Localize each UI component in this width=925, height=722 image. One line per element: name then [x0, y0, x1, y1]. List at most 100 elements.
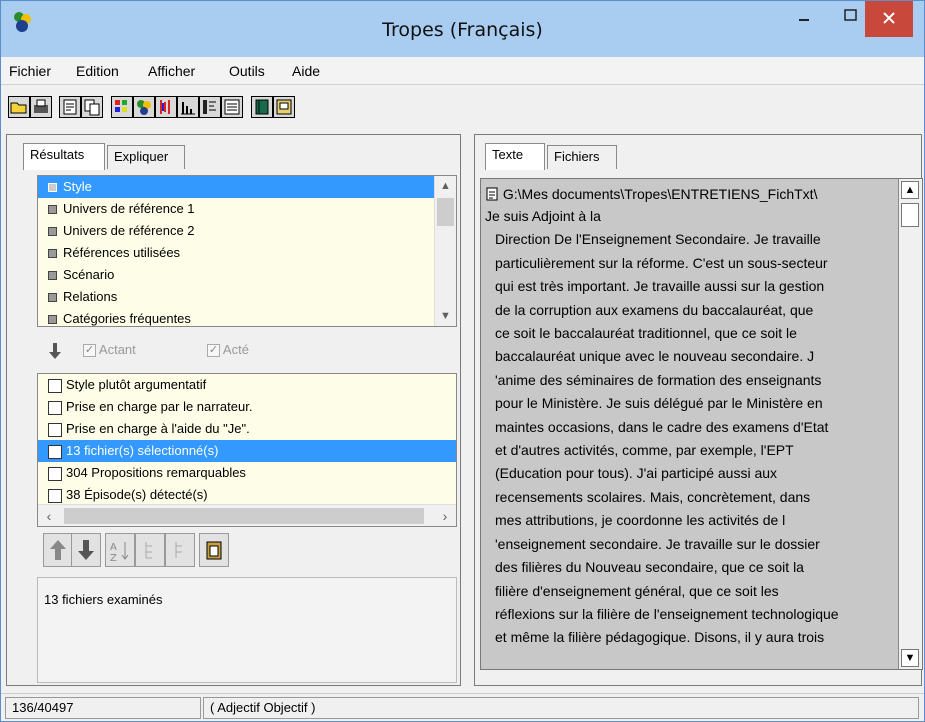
text-line: pour le Ministère. Je suis délégué par l…	[495, 395, 823, 412]
tab-texte[interactable]: Texte	[485, 143, 545, 170]
close-button[interactable]	[865, 1, 913, 37]
results-hscrollbar[interactable]: ‹ ›	[38, 504, 456, 526]
tree-icon[interactable]	[199, 96, 221, 118]
text-line: qui est très important. Je travaille aus…	[495, 278, 825, 295]
tab-expliquer[interactable]: Expliquer	[107, 145, 185, 169]
text-line: mes attributions, je coordonne les activ…	[495, 512, 786, 529]
text-line: 'enseignement secondaire. Je travaille s…	[495, 535, 820, 552]
item-checkbox[interactable]	[48, 466, 62, 481]
bar-chart-icon[interactable]	[177, 96, 199, 118]
text-content: G:\Mes documents\Tropes\ENTRETIENS_FichT…	[485, 183, 897, 650]
status-bar: 136/40497 ( Adjectif Objectif )	[1, 693, 924, 721]
chevron-left-icon[interactable]: ‹	[38, 505, 60, 526]
chevron-down-icon[interactable]: ▼	[435, 306, 456, 326]
list-item[interactable]: Univers de référence 1	[38, 198, 456, 220]
list-item[interactable]: Style	[38, 176, 456, 198]
properties-icon[interactable]	[59, 96, 81, 118]
text-scrollbar[interactable]: ▲ ▼	[898, 179, 922, 669]
list-item[interactable]: Références utilisées	[38, 242, 456, 264]
move-down-button[interactable]	[71, 533, 101, 567]
menu-fichier[interactable]: Fichier	[9, 63, 51, 79]
arrow-up-icon	[50, 540, 66, 560]
text-line: Je suis Adjoint à la	[485, 208, 601, 224]
tree-collapse-icon	[175, 542, 182, 558]
chevron-down-icon[interactable]: ▼	[901, 649, 919, 667]
list-item[interactable]: 13 fichier(s) sélectionné(s)	[38, 440, 456, 462]
results-list[interactable]: Style plutôt argumentatif Prise en charg…	[37, 373, 457, 527]
document-icon	[486, 187, 498, 201]
list-item[interactable]: Scénario	[38, 264, 456, 286]
text-viewer[interactable]: G:\Mes documents\Tropes\ENTRETIENS_FichT…	[480, 178, 923, 670]
open-folder-icon[interactable]	[8, 96, 30, 118]
item-checkbox[interactable]	[48, 488, 62, 503]
bars-red-icon[interactable]	[155, 96, 177, 118]
chevron-up-icon[interactable]: ▲	[901, 181, 919, 199]
minimize-button[interactable]	[781, 1, 827, 37]
list-item[interactable]: Relations	[38, 286, 456, 308]
menu-edition[interactable]: Edition	[76, 63, 119, 79]
category-icon	[48, 227, 57, 237]
category-list[interactable]: Style Univers de référence 1 Univers de …	[37, 175, 457, 327]
list-item[interactable]: Catégories fréquentes	[38, 308, 456, 326]
menu-aide[interactable]: Aide	[292, 63, 320, 79]
print-icon[interactable]	[30, 96, 52, 118]
text-line: baccalauréat unique avec le nouveau seco…	[495, 348, 815, 365]
arrow-down-icon[interactable]	[47, 341, 63, 361]
category-icon	[48, 249, 57, 259]
examined-files-info: 13 fichiers examinés	[37, 577, 457, 683]
text-line: de la corruption aux examens du baccalau…	[495, 301, 814, 318]
list-item[interactable]: Prise en charge à l'aide du "Je".	[38, 418, 456, 440]
item-checkbox[interactable]	[48, 378, 62, 393]
text-line: maintes occasions, dans le cadre des exa…	[495, 418, 829, 435]
text-line: des filières du Nouveau secondaire, que …	[495, 559, 804, 576]
people-icon[interactable]	[133, 96, 155, 118]
expand-tree-button[interactable]	[135, 533, 165, 567]
category-scrollbar[interactable]: ▲ ▼	[434, 176, 456, 326]
svg-text:Z: Z	[110, 553, 117, 564]
tab-resultats[interactable]: Résultats	[23, 143, 105, 170]
file-path: G:\Mes documents\Tropes\ENTRETIENS_FichT…	[485, 183, 897, 205]
book-icon[interactable]	[251, 96, 273, 118]
list-item[interactable]: 304 Propositions remarquables	[38, 462, 456, 484]
chevron-right-icon[interactable]: ›	[434, 505, 456, 526]
list-item[interactable]: Univers de référence 2	[38, 220, 456, 242]
text-line: particulièrement sur la réforme. C'est u…	[495, 254, 828, 271]
list-item[interactable]: Prise en charge par le narrateur.	[38, 396, 456, 418]
menu-afficher[interactable]: Afficher	[148, 63, 195, 79]
text-line: et d'autres activités, comme, par exempl…	[495, 442, 794, 459]
list-item[interactable]: 38 Épisode(s) détecté(s)	[38, 484, 456, 506]
text-line: filière d'enseignement général, que ce s…	[495, 582, 779, 599]
collapse-tree-button[interactable]	[165, 533, 195, 567]
text-line: recensements scolaires. Mais, concrèteme…	[495, 488, 811, 505]
scroll-thumb[interactable]	[437, 198, 454, 226]
category-icon	[48, 293, 57, 303]
save-icon[interactable]	[273, 96, 295, 118]
list-icon[interactable]	[221, 96, 243, 118]
grid-icon[interactable]	[111, 96, 133, 118]
text-line: ce soit le baccalauréat traditionnel, qu…	[495, 325, 797, 342]
menu-outils[interactable]: Outils	[229, 63, 265, 79]
sort-az-icon: AZ	[110, 542, 129, 564]
move-up-button[interactable]	[43, 533, 73, 567]
clipboard-button[interactable]	[199, 533, 229, 567]
clipboard-icon	[206, 541, 222, 560]
title-bar[interactable]: Tropes (Français)	[1, 1, 924, 57]
acte-checkbox[interactable]: ✓ Acté	[207, 342, 249, 358]
arrow-down-icon	[78, 540, 94, 560]
chevron-up-icon[interactable]: ▲	[435, 176, 456, 196]
scroll-thumb[interactable]	[901, 203, 919, 227]
tree-expand-icon	[145, 542, 152, 559]
category-icon	[48, 315, 57, 325]
tab-fichiers[interactable]: Fichiers	[547, 145, 617, 169]
copy-icon[interactable]	[81, 96, 103, 118]
item-checkbox[interactable]	[48, 400, 62, 415]
item-checkbox[interactable]	[48, 444, 62, 459]
sort-az-button[interactable]: AZ	[105, 533, 135, 567]
actant-checkbox[interactable]: ✓ Actant	[83, 342, 136, 358]
menu-bar: Fichier Edition Afficher Outils Aide	[1, 57, 924, 85]
app-window: Tropes (Français) Fichier Edition Affich…	[0, 0, 925, 722]
item-checkbox[interactable]	[48, 422, 62, 437]
list-item[interactable]: Style plutôt argumentatif	[38, 374, 456, 396]
scroll-thumb[interactable]	[64, 508, 424, 524]
category-icon	[48, 205, 57, 215]
